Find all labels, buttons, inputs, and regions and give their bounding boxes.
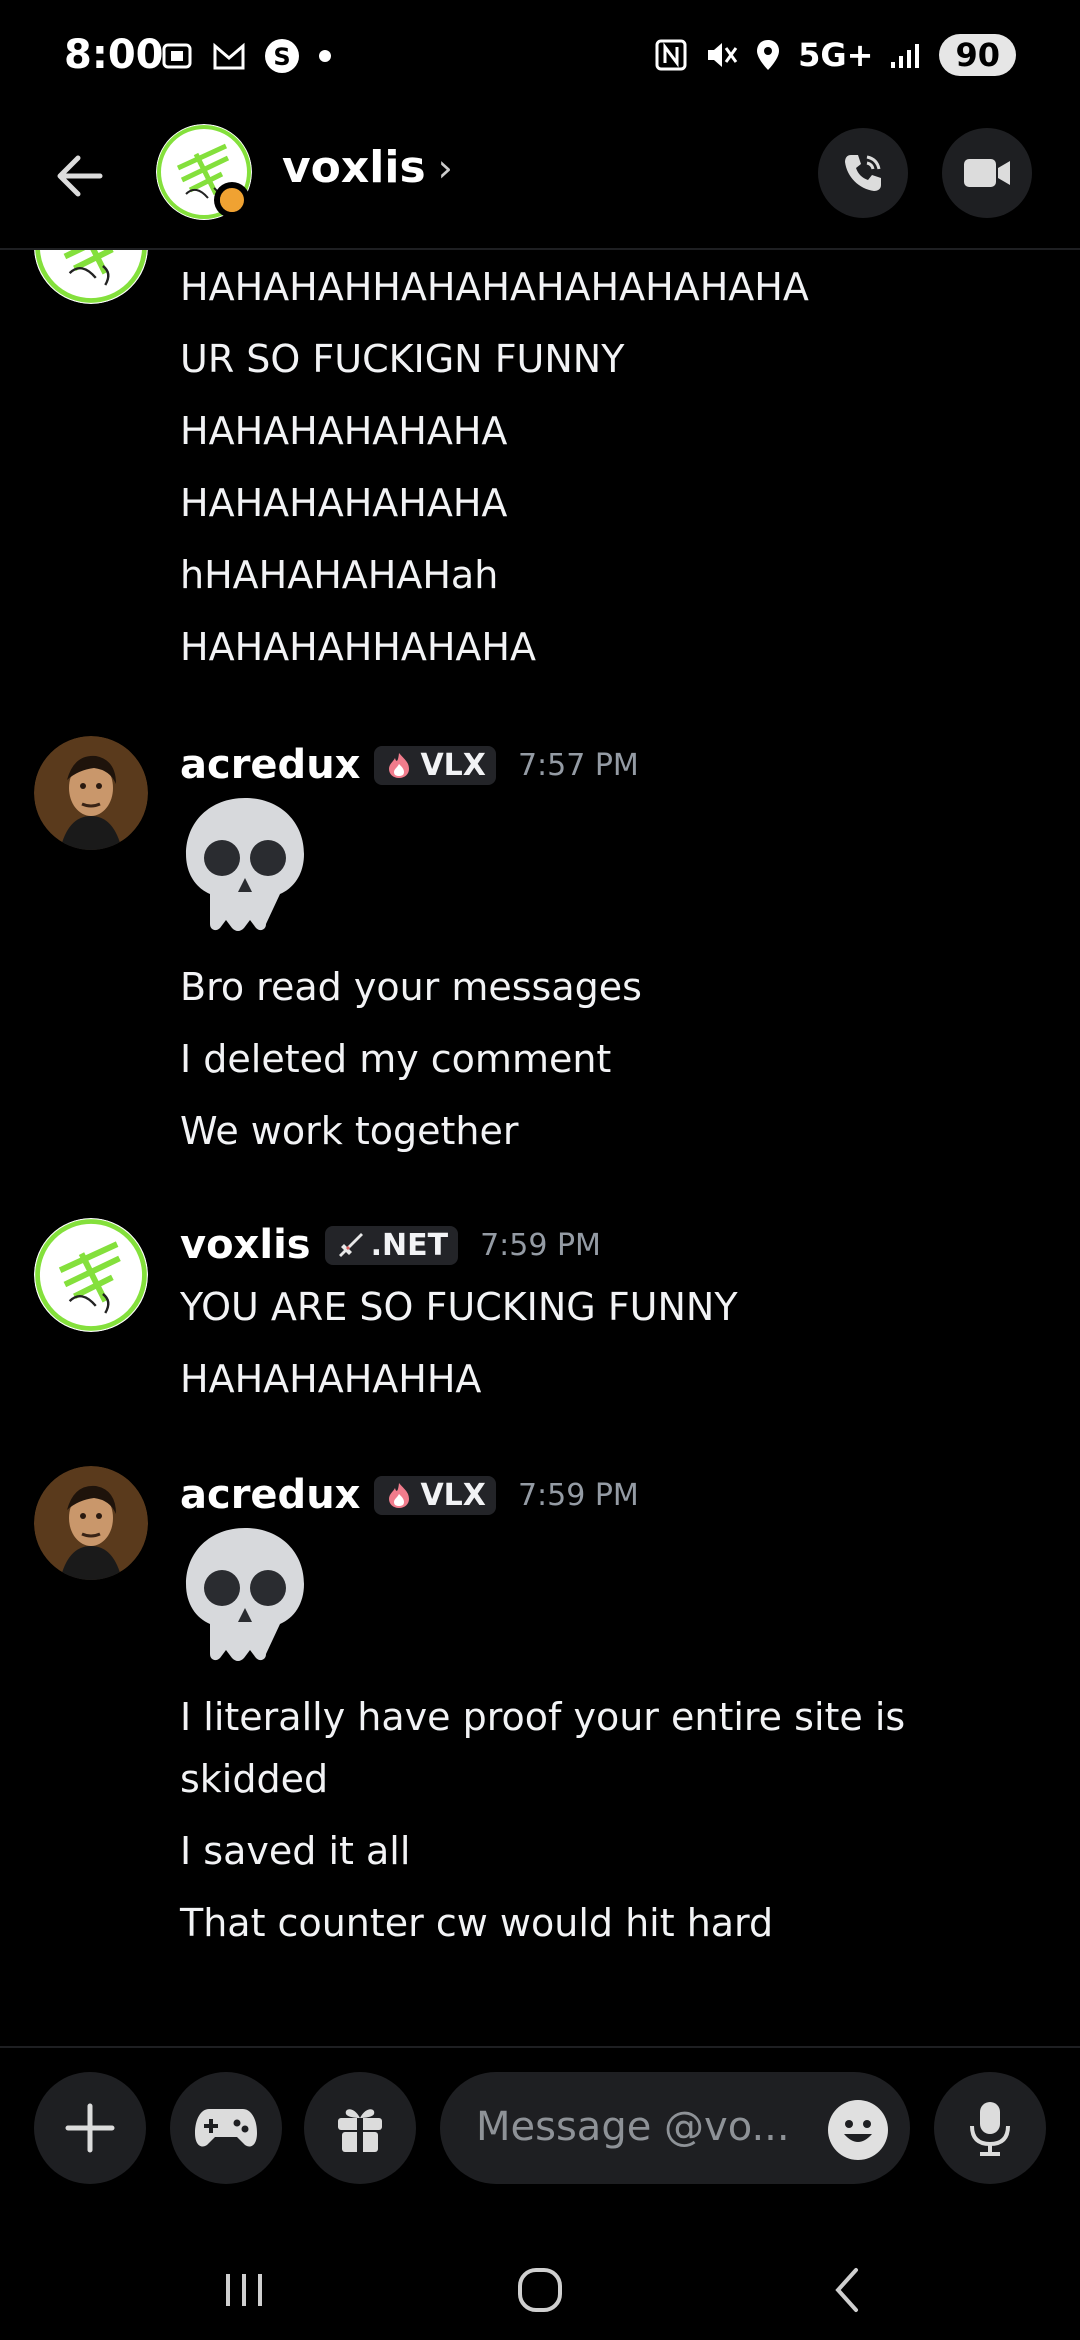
message-line: hHAHAHAHAHah bbox=[180, 553, 499, 597]
message-composer: Message @vo... bbox=[0, 2046, 1080, 2254]
svg-text:S: S bbox=[273, 43, 290, 71]
sword-icon bbox=[338, 1233, 363, 1257]
status-bar: 8:00 S 5G+ 90 bbox=[0, 0, 1080, 120]
message-line: I deleted my comment bbox=[180, 1037, 612, 1081]
gift-button[interactable] bbox=[304, 2072, 416, 2184]
message-line: HAHAHAHHAHAHAHAHAHAHAHA bbox=[180, 265, 809, 309]
author-name[interactable]: acredux bbox=[180, 1472, 360, 1518]
battery-level: 90 bbox=[955, 36, 1000, 74]
acredux-avatar[interactable] bbox=[34, 1466, 148, 1580]
back-arrow-icon[interactable] bbox=[50, 146, 110, 206]
guild-tag-label: VLX bbox=[420, 1477, 486, 1513]
message-list[interactable]: HAHAHAHHAHAHAHAHAHAHAHA UR SO FUCKIGN FU… bbox=[0, 250, 1080, 2040]
system-icons: 5G+ 90 bbox=[654, 34, 1016, 76]
add-attachment-button[interactable] bbox=[34, 2072, 146, 2184]
gamepad-icon bbox=[195, 2109, 257, 2147]
timestamp: 7:57 PM bbox=[517, 747, 639, 783]
system-nav-bar bbox=[0, 2252, 1080, 2340]
message-line: skidded bbox=[180, 1757, 329, 1801]
message-input-placeholder: Message @vo... bbox=[476, 2104, 790, 2150]
plus-icon bbox=[65, 2103, 115, 2153]
location-icon bbox=[757, 40, 780, 70]
guild-tag-label: VLX bbox=[420, 747, 486, 783]
acredux-avatar[interactable] bbox=[34, 736, 148, 850]
skull-emoji-icon bbox=[186, 798, 304, 931]
timestamp: 7:59 PM bbox=[480, 1227, 601, 1263]
message-line: We work together bbox=[180, 1109, 519, 1153]
flame-icon bbox=[389, 1483, 410, 1508]
voxlis-avatar[interactable] bbox=[34, 1218, 148, 1332]
chevron-right-icon: › bbox=[437, 145, 453, 190]
microphone-icon bbox=[970, 2102, 1010, 2156]
message-line: UR SO FUCKIGN FUNNY bbox=[180, 337, 625, 381]
message-input[interactable]: Message @vo... bbox=[440, 2072, 910, 2184]
timestamp: 7:59 PM bbox=[517, 1477, 639, 1513]
guild-tag-label: .NET bbox=[370, 1227, 449, 1263]
message-header: acredux VLX 7:59 PM bbox=[180, 1472, 639, 1518]
skull-emoji-icon bbox=[186, 1528, 304, 1661]
message-header: acredux VLX 7:57 PM bbox=[180, 742, 639, 788]
contact-name: voxlis bbox=[282, 142, 426, 193]
guild-tag[interactable]: .NET bbox=[324, 1225, 459, 1265]
message-header: voxlis .NET 7:59 PM bbox=[180, 1222, 601, 1268]
message-line: YOU ARE SO FUCKING FUNNY bbox=[180, 1285, 738, 1329]
signal-icon bbox=[891, 44, 920, 68]
phone-icon bbox=[845, 155, 881, 191]
battery-indicator: 90 bbox=[939, 34, 1016, 76]
s-app-icon: S bbox=[265, 39, 299, 73]
home-icon[interactable] bbox=[512, 2262, 568, 2318]
author-name[interactable]: acredux bbox=[180, 742, 360, 788]
chat-header: voxlis › bbox=[0, 120, 1080, 250]
message-line: I saved it all bbox=[180, 1829, 411, 1873]
flame-icon bbox=[389, 753, 410, 778]
video-call-button[interactable] bbox=[942, 128, 1032, 218]
message-line: HAHAHAHAHAHA bbox=[180, 481, 508, 525]
activities-button[interactable] bbox=[170, 2072, 282, 2184]
message-line: HAHAHAHAHHA bbox=[180, 1357, 482, 1401]
network-label: 5G+ bbox=[798, 36, 874, 74]
mute-icon bbox=[708, 43, 738, 67]
gift-icon bbox=[338, 2109, 382, 2152]
message-line: I literally have proof your entire site … bbox=[180, 1695, 906, 1739]
message-line: Bro read your messages bbox=[180, 965, 642, 1009]
message-line: HAHAHAHHAHAHA bbox=[180, 625, 536, 669]
mail-icon bbox=[213, 42, 245, 70]
video-camera-icon bbox=[964, 159, 1010, 187]
voice-message-button[interactable] bbox=[934, 2072, 1046, 2184]
contact-name-button[interactable]: voxlis › bbox=[282, 142, 453, 193]
message-line: That counter cw would hit hard bbox=[180, 1901, 774, 1945]
guild-tag[interactable]: VLX bbox=[374, 1475, 496, 1515]
dot-icon bbox=[319, 50, 331, 62]
author-name[interactable]: voxlis bbox=[180, 1222, 311, 1268]
nfc-icon bbox=[655, 39, 687, 71]
notification-icons: S bbox=[160, 38, 332, 74]
recent-apps-icon[interactable] bbox=[216, 2262, 272, 2318]
back-icon[interactable] bbox=[820, 2262, 876, 2318]
voxlis-avatar[interactable] bbox=[34, 250, 148, 304]
idle-status-icon bbox=[214, 182, 250, 218]
emoji-picker-icon[interactable] bbox=[828, 2100, 888, 2160]
screenshot-icon bbox=[162, 43, 192, 69]
guild-tag[interactable]: VLX bbox=[374, 745, 496, 785]
message-line: HAHAHAHAHAHA bbox=[180, 409, 508, 453]
status-time: 8:00 bbox=[64, 32, 164, 78]
voice-call-button[interactable] bbox=[818, 128, 908, 218]
